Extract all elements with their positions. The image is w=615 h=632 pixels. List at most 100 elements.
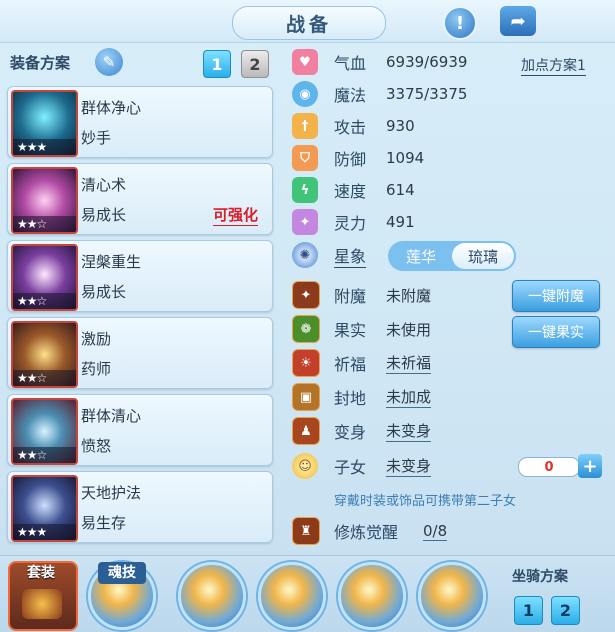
skill-stars: ★★☆ bbox=[13, 370, 76, 386]
skill-icon: ★★☆ bbox=[11, 321, 78, 388]
skill-icon: ★★★ bbox=[11, 475, 78, 542]
stat-label: 灵力 bbox=[334, 214, 367, 233]
skill-sub: 药师 bbox=[81, 360, 112, 378]
star-sign-label[interactable]: 星象 bbox=[334, 243, 367, 268]
extra-row-child: ☺ 子女 未变身 bbox=[292, 452, 432, 480]
plan-button-2[interactable]: 2 bbox=[241, 50, 269, 78]
skill-name: 群体净心 bbox=[81, 99, 142, 117]
extra-value[interactable]: 未变身 bbox=[386, 455, 432, 477]
stat-value: 1094 bbox=[386, 149, 425, 167]
extra-row-fruit: ❁ 果实 未使用 bbox=[292, 315, 431, 343]
skill-stars: ★★★ bbox=[13, 139, 76, 155]
skill-sub: 易成长 bbox=[81, 206, 127, 224]
stat-label: 魔法 bbox=[334, 86, 367, 105]
extra-label: 果实 bbox=[334, 321, 367, 340]
skill-card[interactable]: ★★☆ 激励 药师 bbox=[7, 317, 273, 389]
skill-sub: 易成长 bbox=[81, 283, 127, 301]
shield-icon: ⛉ bbox=[292, 145, 318, 171]
blessing-icon: ☀ bbox=[292, 349, 320, 377]
extra-row-fief: ▣ 封地 未加成 bbox=[292, 383, 432, 411]
skill-icon: ★★★ bbox=[11, 90, 78, 157]
points-plan-link[interactable]: 加点方案1 bbox=[521, 55, 586, 76]
tab-lianhua[interactable]: 莲华 bbox=[390, 243, 452, 269]
skill-stars: ★★★ bbox=[13, 524, 76, 540]
stat-value: 491 bbox=[386, 213, 415, 231]
extra-value[interactable]: 未祈福 bbox=[386, 352, 432, 374]
lightning-icon: ϟ bbox=[292, 177, 318, 203]
extra-value[interactable]: 未加成 bbox=[386, 386, 432, 408]
chest-icon bbox=[22, 589, 62, 619]
skill-stars: ★★☆ bbox=[13, 216, 76, 232]
second-child-hint: 穿戴时装或饰品可携带第二子女 bbox=[334, 494, 517, 509]
skill-name: 天地护法 bbox=[81, 484, 142, 502]
skill-icon: ★★☆ bbox=[11, 167, 78, 234]
transform-icon: ♟ bbox=[292, 417, 320, 445]
stat-row-hp: ♥ 气血 6939/6939 bbox=[292, 48, 467, 76]
add-child-button[interactable]: + bbox=[578, 454, 602, 478]
skill-card[interactable]: ★★☆ 群体清心 愤怒 bbox=[7, 394, 273, 466]
rune-orb[interactable] bbox=[178, 562, 246, 630]
upgrade-link[interactable]: 可强化 bbox=[213, 204, 259, 226]
extra-value[interactable]: 未变身 bbox=[386, 420, 432, 442]
skill-stars: ★★☆ bbox=[13, 293, 76, 309]
edit-pen-icon[interactable]: ✎ bbox=[95, 48, 123, 76]
extra-row-enchant: ✦ 附魔 未附魔 bbox=[292, 281, 431, 309]
child-counter: 0 bbox=[518, 457, 580, 477]
skill-name: 群体清心 bbox=[81, 407, 142, 425]
stat-row-spirit: ✦ 灵力 491 bbox=[292, 208, 415, 236]
stat-row-mp: ◉ 魔法 3375/3375 bbox=[292, 80, 467, 108]
stat-row-attack: † 攻击 930 bbox=[292, 112, 415, 140]
skill-name: 激励 bbox=[81, 330, 112, 348]
stat-value: 6939/6939 bbox=[386, 53, 468, 71]
mount-plan-2[interactable]: 2 bbox=[551, 596, 580, 625]
extra-row-blessing: ☀ 祈福 未祈福 bbox=[292, 349, 432, 377]
skill-card[interactable]: ★★☆ 涅槃重生 易成长 bbox=[7, 240, 273, 312]
stat-value: 930 bbox=[386, 117, 415, 135]
fire-orb[interactable] bbox=[418, 562, 486, 630]
extra-label: 封地 bbox=[334, 389, 367, 408]
stat-value: 3375/3375 bbox=[386, 85, 468, 103]
shield-orb[interactable] bbox=[258, 562, 326, 630]
tab-liuli[interactable]: 琉璃 bbox=[452, 243, 514, 269]
skill-name: 涅槃重生 bbox=[81, 253, 142, 271]
exclamation-icon[interactable]: ! bbox=[443, 6, 477, 40]
cultivation-value[interactable]: 0/8 bbox=[423, 522, 448, 541]
mount-plan-title: 坐骑方案 bbox=[512, 569, 568, 585]
mount-plan-1[interactable]: 1 bbox=[514, 596, 543, 625]
stat-label: 气血 bbox=[334, 54, 367, 73]
skill-sub: 妙手 bbox=[81, 129, 112, 147]
skill-name: 清心术 bbox=[81, 176, 127, 194]
child-icon: ☺ bbox=[292, 453, 318, 479]
skill-sub: 易生存 bbox=[81, 514, 127, 532]
fief-icon: ▣ bbox=[292, 383, 320, 411]
star-sign-row: ✺ 星象 bbox=[292, 241, 367, 269]
soul-skill-label: 魂技 bbox=[98, 562, 146, 584]
sword-icon: † bbox=[292, 113, 318, 139]
extra-label: 子女 bbox=[334, 458, 367, 477]
skill-card[interactable]: ★★☆ 清心术 易成长 可强化 bbox=[7, 163, 273, 235]
plan-button-1[interactable]: 1 bbox=[203, 50, 231, 78]
mana-icon: ◉ bbox=[292, 81, 318, 107]
stat-value: 614 bbox=[386, 181, 415, 199]
skill-icon: ★★☆ bbox=[11, 398, 78, 465]
heart-icon: ♥ bbox=[292, 49, 318, 75]
skill-card[interactable]: ★★★ 天地护法 易生存 bbox=[7, 471, 273, 543]
one-click-fruit-button[interactable]: 一键果实 bbox=[512, 316, 600, 348]
skill-stars: ★★☆ bbox=[13, 447, 76, 463]
one-click-enchant-button[interactable]: 一键附魔 bbox=[512, 280, 600, 312]
skill-sub: 愤怒 bbox=[81, 437, 112, 455]
stat-row-speed: ϟ 速度 614 bbox=[292, 176, 415, 204]
skill-card[interactable]: ★★★ 群体净心 妙手 bbox=[7, 86, 273, 158]
cultivation-row: ♜ 修炼觉醒 0/8 bbox=[292, 517, 448, 545]
cultivation-label: 修炼觉醒 bbox=[334, 523, 399, 542]
wing-orb[interactable] bbox=[338, 562, 406, 630]
stat-row-defense: ⛉ 防御 1094 bbox=[292, 144, 424, 172]
star-sign-icon: ✺ bbox=[292, 242, 318, 268]
extra-label: 变身 bbox=[334, 423, 367, 442]
star-sign-tabs: 莲华 琉璃 bbox=[388, 241, 516, 271]
stat-label: 速度 bbox=[334, 182, 367, 201]
cultivation-icon: ♜ bbox=[292, 517, 320, 545]
extra-value: 未附魔 bbox=[386, 286, 432, 305]
share-icon[interactable]: ➦ bbox=[500, 6, 536, 36]
page-title: 战备 bbox=[232, 6, 386, 40]
